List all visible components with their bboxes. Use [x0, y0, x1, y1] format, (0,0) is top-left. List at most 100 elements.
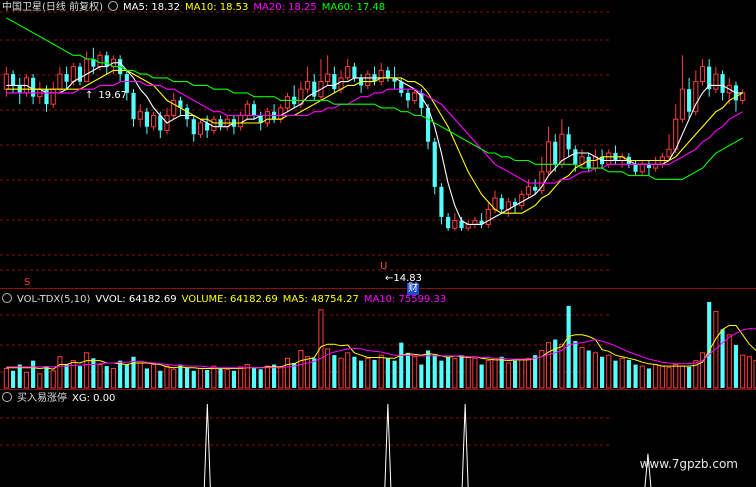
candle-body-down — [405, 92, 411, 101]
candle-body-down — [439, 186, 444, 217]
volume-panel-header: VOL-TDX(5,10) VVOL: 64182.69 VOLUME: 64182… — [2, 293, 451, 306]
candle-body-up — [452, 220, 458, 229]
volume-bar-down — [733, 345, 739, 388]
volume-bar-up — [666, 367, 672, 389]
volume-bar-down — [312, 358, 317, 388]
volume-bar-down — [118, 360, 123, 388]
candle-body-up — [50, 88, 56, 105]
candle-body-down — [144, 111, 149, 127]
candle-body-up — [244, 103, 250, 116]
candle-body-up — [485, 208, 491, 225]
volume-value: VOLUME: 64182.69 — [181, 294, 278, 305]
volume-bar-up — [378, 354, 384, 389]
candle-body-up — [653, 163, 659, 169]
candle-body-up — [378, 69, 384, 83]
xg-indicator-name: 买入易涨停 — [17, 393, 67, 404]
volume-bar-down — [553, 339, 558, 388]
volume-bar-down — [646, 368, 652, 388]
volume-bar-down — [91, 358, 96, 388]
ma60-value: MA60: 17.48 — [321, 2, 386, 13]
candle-body-up — [338, 77, 344, 90]
candle-body-down — [64, 74, 69, 82]
volume-bar-up — [673, 364, 679, 389]
moving-average-lines — [6, 17, 743, 225]
candle-body-down — [312, 81, 317, 97]
volume-bar-up — [679, 365, 685, 389]
volume-bar-down — [687, 366, 692, 388]
volume-bar-up — [164, 365, 170, 389]
volume-bar-up — [23, 371, 30, 389]
volume-bar-down — [359, 360, 364, 388]
finance-marker: 财 — [407, 283, 419, 295]
candle-body-down — [586, 156, 591, 169]
candle-body-down — [573, 149, 578, 165]
candle-body-down — [446, 216, 451, 229]
volume-bar-down — [352, 356, 357, 388]
candle-body-down — [131, 92, 136, 120]
candle-body-down — [191, 119, 196, 135]
settings-icon[interactable] — [2, 392, 12, 402]
stock-chart-canvas[interactable] — [0, 0, 756, 487]
volume-bar-up — [298, 349, 304, 389]
volume-bar-down — [405, 352, 411, 388]
volume-bar-up — [619, 357, 625, 389]
volume-bar-up — [592, 352, 598, 389]
candle-body-up — [171, 99, 177, 116]
candle-body-down — [352, 66, 357, 78]
candle-body-up — [211, 118, 217, 131]
volume-bar-up — [211, 365, 217, 389]
volume-bar-down — [446, 356, 451, 388]
volume-bar-down — [372, 359, 377, 388]
volume-bar-up — [264, 365, 270, 389]
candle-body-up — [592, 156, 598, 169]
volume-bar-up — [338, 357, 344, 389]
volume-bar-down — [158, 370, 163, 388]
candle-body-down — [687, 89, 692, 112]
ma5-value: MA5: 18.32 — [122, 2, 180, 13]
volume-bar-up — [472, 357, 478, 389]
volume-bar-down — [231, 370, 237, 388]
volume-bar-up — [606, 354, 612, 389]
volume-bar-up — [746, 356, 752, 389]
volume-bar-up — [412, 356, 418, 389]
volume-bar-down — [64, 364, 69, 388]
volume-bar-up — [224, 368, 230, 389]
volume-bar-down — [251, 367, 257, 388]
vol-ma5-value: MA5: 48754.27 — [282, 294, 359, 305]
candle-body-down — [332, 74, 337, 90]
volume-bar-down — [104, 366, 109, 388]
stock-title: 中国卫星(日线 前复权) — [2, 2, 103, 13]
candle-body-up — [639, 163, 645, 173]
candle-body-down — [553, 141, 558, 165]
volume-bar-down — [633, 364, 638, 388]
volume-bar-up — [659, 365, 665, 389]
volume-bar-down — [332, 355, 337, 388]
candle-body-up — [465, 223, 471, 229]
volume-bar-up — [151, 364, 157, 389]
candle-body-down — [31, 77, 36, 97]
volume-bar-up — [84, 352, 90, 389]
volume-bar-up — [171, 368, 177, 389]
volume-bar-down — [10, 370, 16, 388]
volume-bar-down — [185, 367, 190, 388]
candle-body-up — [345, 66, 351, 79]
volume-bar-up — [545, 342, 552, 389]
volume-bar-up — [304, 356, 311, 389]
candle-body-up — [545, 141, 552, 173]
candle-body-down — [104, 55, 109, 67]
volume-bar-up — [519, 359, 525, 389]
ma20-value: MA20: 18.25 — [253, 2, 317, 13]
candle-body-down — [499, 198, 504, 210]
main-panel-header: 中国卫星(日线 前复权) MA5: 18.32 MA10: 18.53 MA20: 1… — [2, 1, 390, 14]
volume-bar-up — [653, 364, 659, 389]
settings-icon[interactable] — [107, 1, 118, 11]
volume-bar-up — [525, 357, 532, 389]
settings-icon[interactable] — [2, 293, 12, 303]
volume-bar-up — [452, 357, 458, 389]
candle-body-up — [264, 111, 270, 124]
candle-body-down — [385, 70, 390, 78]
candle-body-down — [720, 74, 725, 93]
volume-bar-up — [639, 365, 645, 389]
volume-bar-down — [499, 356, 504, 388]
candle-body-down — [633, 164, 638, 172]
